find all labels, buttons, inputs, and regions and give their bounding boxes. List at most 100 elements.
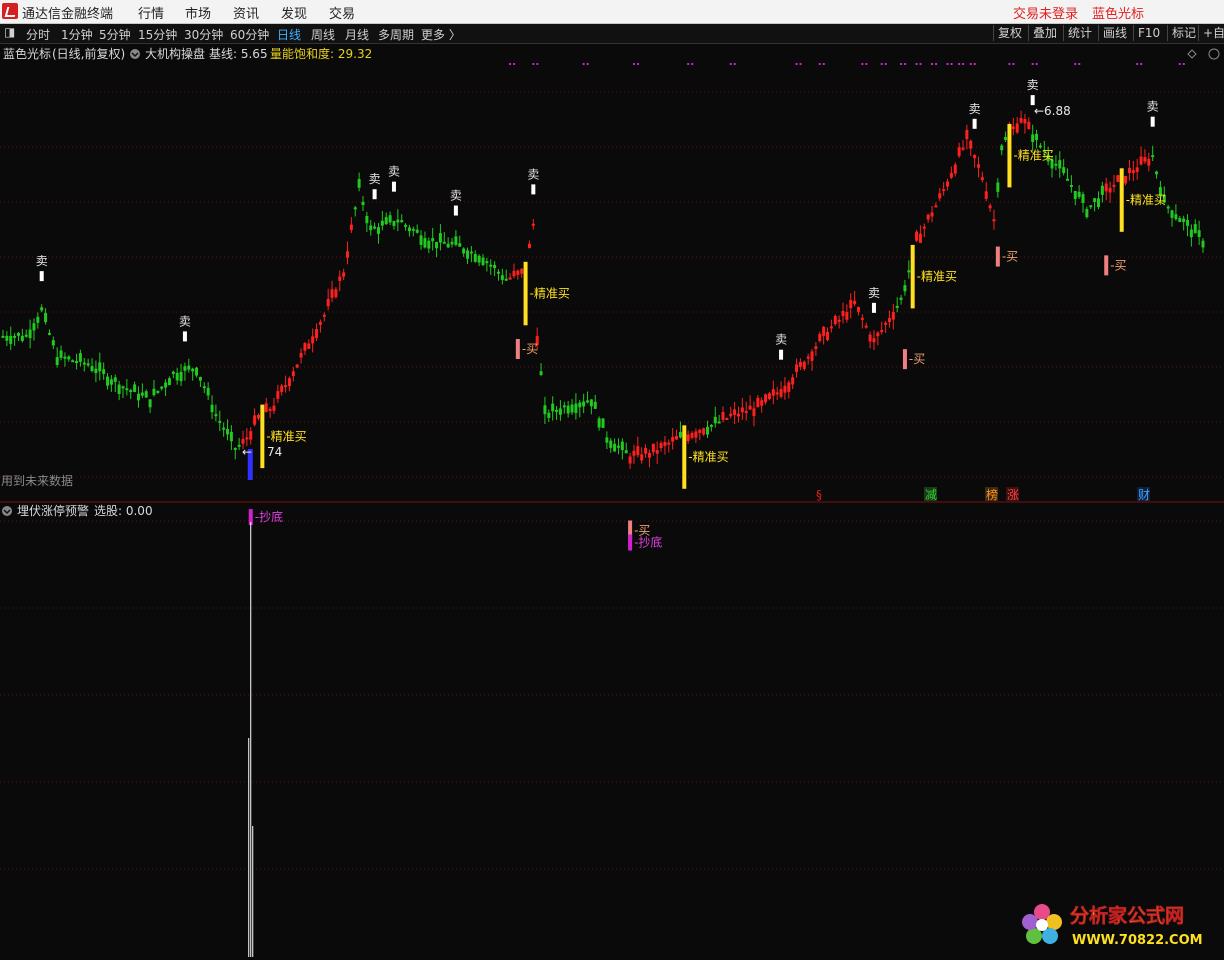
- candle-body: [729, 413, 733, 417]
- candle-body: [202, 386, 206, 389]
- period-tab-more[interactable]: 更多 〉: [421, 26, 461, 43]
- candle-body: [1058, 160, 1062, 169]
- candle-body: [376, 227, 380, 234]
- precise-buy-label: -精准买: [1126, 193, 1166, 207]
- candle-body: [856, 306, 860, 312]
- candle-body: [32, 323, 36, 331]
- candle-body: [578, 402, 582, 408]
- candle-body: [349, 224, 353, 231]
- watermark-site-name: 分析家公式网: [1070, 904, 1184, 927]
- high-price-label: 6.88: [1044, 104, 1071, 118]
- signal-dot: [822, 63, 825, 65]
- candle-body: [423, 238, 427, 248]
- period-tab-multi[interactable]: 多周期: [378, 26, 414, 43]
- candle-body: [783, 385, 787, 393]
- period-tab-60min[interactable]: 60分钟: [230, 26, 269, 43]
- period-tab-monthly[interactable]: 月线: [345, 26, 369, 43]
- mark-button[interactable]: 标记: [1167, 25, 1200, 41]
- signal-dot: [935, 63, 938, 65]
- candle-body: [1127, 167, 1131, 173]
- candle-body: [253, 415, 257, 425]
- candle-body: [779, 389, 783, 397]
- signal-dot: [973, 63, 976, 65]
- signal-dot: [884, 63, 887, 65]
- draw-line-button[interactable]: 画线: [1098, 25, 1131, 41]
- candle-body: [291, 371, 295, 377]
- period-tab-intraday[interactable]: 分时: [26, 26, 50, 43]
- watermark-url: WWW.70822.COM: [1072, 933, 1203, 948]
- candle-body: [663, 442, 667, 446]
- menu-item-market[interactable]: 市场: [185, 3, 211, 22]
- event-marker[interactable]: 榜: [986, 487, 998, 502]
- overlay-button[interactable]: 叠加: [1028, 25, 1061, 41]
- candle-body: [152, 388, 156, 396]
- custom-button[interactable]: +自: [1198, 25, 1224, 41]
- candle-body: [570, 404, 574, 413]
- signal-dot-row: [509, 63, 1185, 65]
- candle-body: [179, 371, 183, 382]
- chart-area[interactable]: 卖卖卖卖卖卖卖卖卖卖卖 -精准买 -精准买 -精准买 -精准买 -精准买 -精准买 -买 -买 -…: [0, 44, 1224, 957]
- candle-body: [678, 431, 682, 438]
- candle-body: [791, 377, 795, 385]
- sell-signal-bar: [871, 302, 876, 313]
- candle-body: [849, 299, 853, 309]
- menu-item-news[interactable]: 资讯: [233, 3, 259, 22]
- signal-dot: [1078, 63, 1081, 65]
- event-marker[interactable]: 涨: [1007, 487, 1019, 502]
- candle-body: [903, 285, 907, 292]
- signal-dot: [1008, 63, 1011, 65]
- indicator-name-link[interactable]: 蓝色光标: [1092, 3, 1144, 22]
- candle-body: [477, 255, 481, 263]
- sell-signal-bar: [372, 189, 377, 200]
- sub-indicator-menu-icon[interactable]: [2, 506, 12, 516]
- menu-item-discover[interactable]: 发现: [281, 3, 307, 22]
- period-tab-daily[interactable]: 日线: [277, 26, 301, 43]
- menu-item-trade[interactable]: 交易: [329, 3, 355, 22]
- login-status-link[interactable]: 交易未登录: [1013, 3, 1078, 22]
- statistics-button[interactable]: 统计: [1063, 25, 1096, 41]
- candle-body: [562, 405, 566, 408]
- candle-body: [431, 238, 435, 242]
- period-tab-1min[interactable]: 1分钟: [61, 26, 93, 43]
- candle-body: [1170, 210, 1174, 218]
- candle-body: [218, 420, 222, 423]
- candle-body: [404, 224, 408, 227]
- indicator-menu-icon[interactable]: [130, 49, 140, 59]
- period-tab-weekly[interactable]: 周线: [311, 26, 335, 43]
- candle-body: [551, 403, 555, 412]
- candle-body: [1139, 156, 1143, 165]
- signal-dot: [632, 63, 635, 65]
- signal-dot: [687, 63, 690, 65]
- signal-dot: [861, 63, 864, 65]
- panel-close-icon[interactable]: [1208, 48, 1220, 60]
- candle-body: [113, 377, 117, 382]
- candle-body: [775, 392, 779, 395]
- candle-body: [346, 251, 350, 258]
- bottom-signal-bar: [628, 534, 633, 551]
- candle-body: [891, 312, 895, 320]
- diamond-icon[interactable]: [1187, 49, 1197, 59]
- candle-body: [1104, 183, 1108, 192]
- candle-body: [384, 217, 388, 225]
- candle-body: [887, 318, 891, 323]
- adjust-button[interactable]: 复权: [993, 25, 1026, 41]
- candle-body: [748, 405, 752, 410]
- candle-body: [721, 411, 725, 420]
- period-tab-5min[interactable]: 5分钟: [99, 26, 131, 43]
- low-arrow-icon: ←: [242, 445, 252, 459]
- candle-body: [1019, 118, 1023, 123]
- candle-body: [90, 366, 94, 372]
- candle-body: [191, 368, 195, 372]
- period-tab-15min[interactable]: 15分钟: [138, 26, 177, 43]
- event-marker[interactable]: 财: [1138, 488, 1150, 502]
- candle-body: [241, 438, 245, 444]
- event-marker[interactable]: §: [816, 488, 822, 502]
- period-tab-30min[interactable]: 30分钟: [184, 26, 223, 43]
- candle-body: [493, 264, 497, 269]
- menu-item-quotes[interactable]: 行情: [138, 3, 164, 22]
- kline-chart[interactable]: 卖卖卖卖卖卖卖卖卖卖卖-精准买-精准买-精准买-精准买-精准买-精准买-买-买-…: [0, 44, 1224, 957]
- panel-toggle-icon[interactable]: ◨: [4, 25, 15, 39]
- event-marker[interactable]: 减: [925, 488, 937, 502]
- f10-button[interactable]: F10: [1133, 25, 1164, 41]
- candle-body: [55, 357, 59, 366]
